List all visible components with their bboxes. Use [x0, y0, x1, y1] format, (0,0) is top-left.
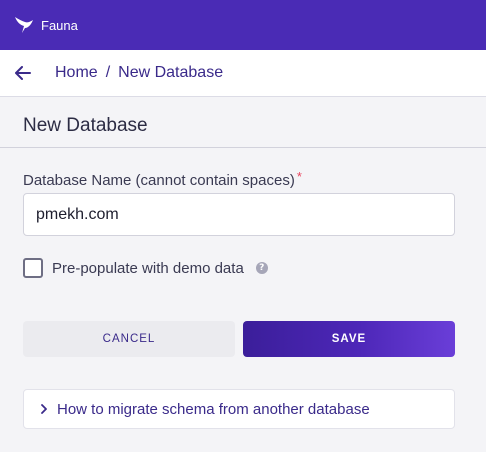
breadcrumb: Home / New Database: [55, 64, 223, 82]
save-button[interactable]: SAVE: [243, 321, 455, 357]
migrate-schema-label: How to migrate schema from another datab…: [57, 400, 370, 418]
fauna-bird-logo-icon: [14, 16, 34, 34]
breadcrumb-bar: Home / New Database: [0, 50, 486, 97]
breadcrumb-home-link[interactable]: Home: [55, 64, 98, 82]
arrow-left-icon: [15, 66, 31, 80]
migrate-schema-expander[interactable]: How to migrate schema from another datab…: [23, 389, 455, 429]
demo-data-row: Pre-populate with demo data ?: [23, 258, 268, 278]
back-button[interactable]: [13, 63, 33, 83]
database-name-input[interactable]: [23, 193, 455, 236]
required-mark: *: [296, 169, 302, 184]
breadcrumb-current: New Database: [118, 64, 224, 81]
page-title: New Database: [23, 115, 148, 136]
app-logo[interactable]: Fauna: [14, 16, 78, 34]
main-content: New Database Database Name (cannot conta…: [0, 97, 486, 452]
chevron-right-icon: [24, 404, 48, 414]
breadcrumb-separator: /: [105, 64, 111, 81]
demo-data-checkbox[interactable]: [23, 258, 43, 278]
title-divider: [0, 147, 486, 148]
question-circle-icon[interactable]: ?: [255, 262, 268, 274]
top-bar: Fauna: [0, 0, 486, 50]
app-name: Fauna: [41, 17, 78, 33]
cancel-button[interactable]: CANCEL: [23, 321, 235, 357]
demo-data-label[interactable]: Pre-populate with demo data: [52, 260, 244, 277]
database-name-label-text: Database Name (cannot contain spaces): [23, 172, 295, 189]
database-name-label: Database Name (cannot contain spaces) *: [23, 169, 302, 189]
